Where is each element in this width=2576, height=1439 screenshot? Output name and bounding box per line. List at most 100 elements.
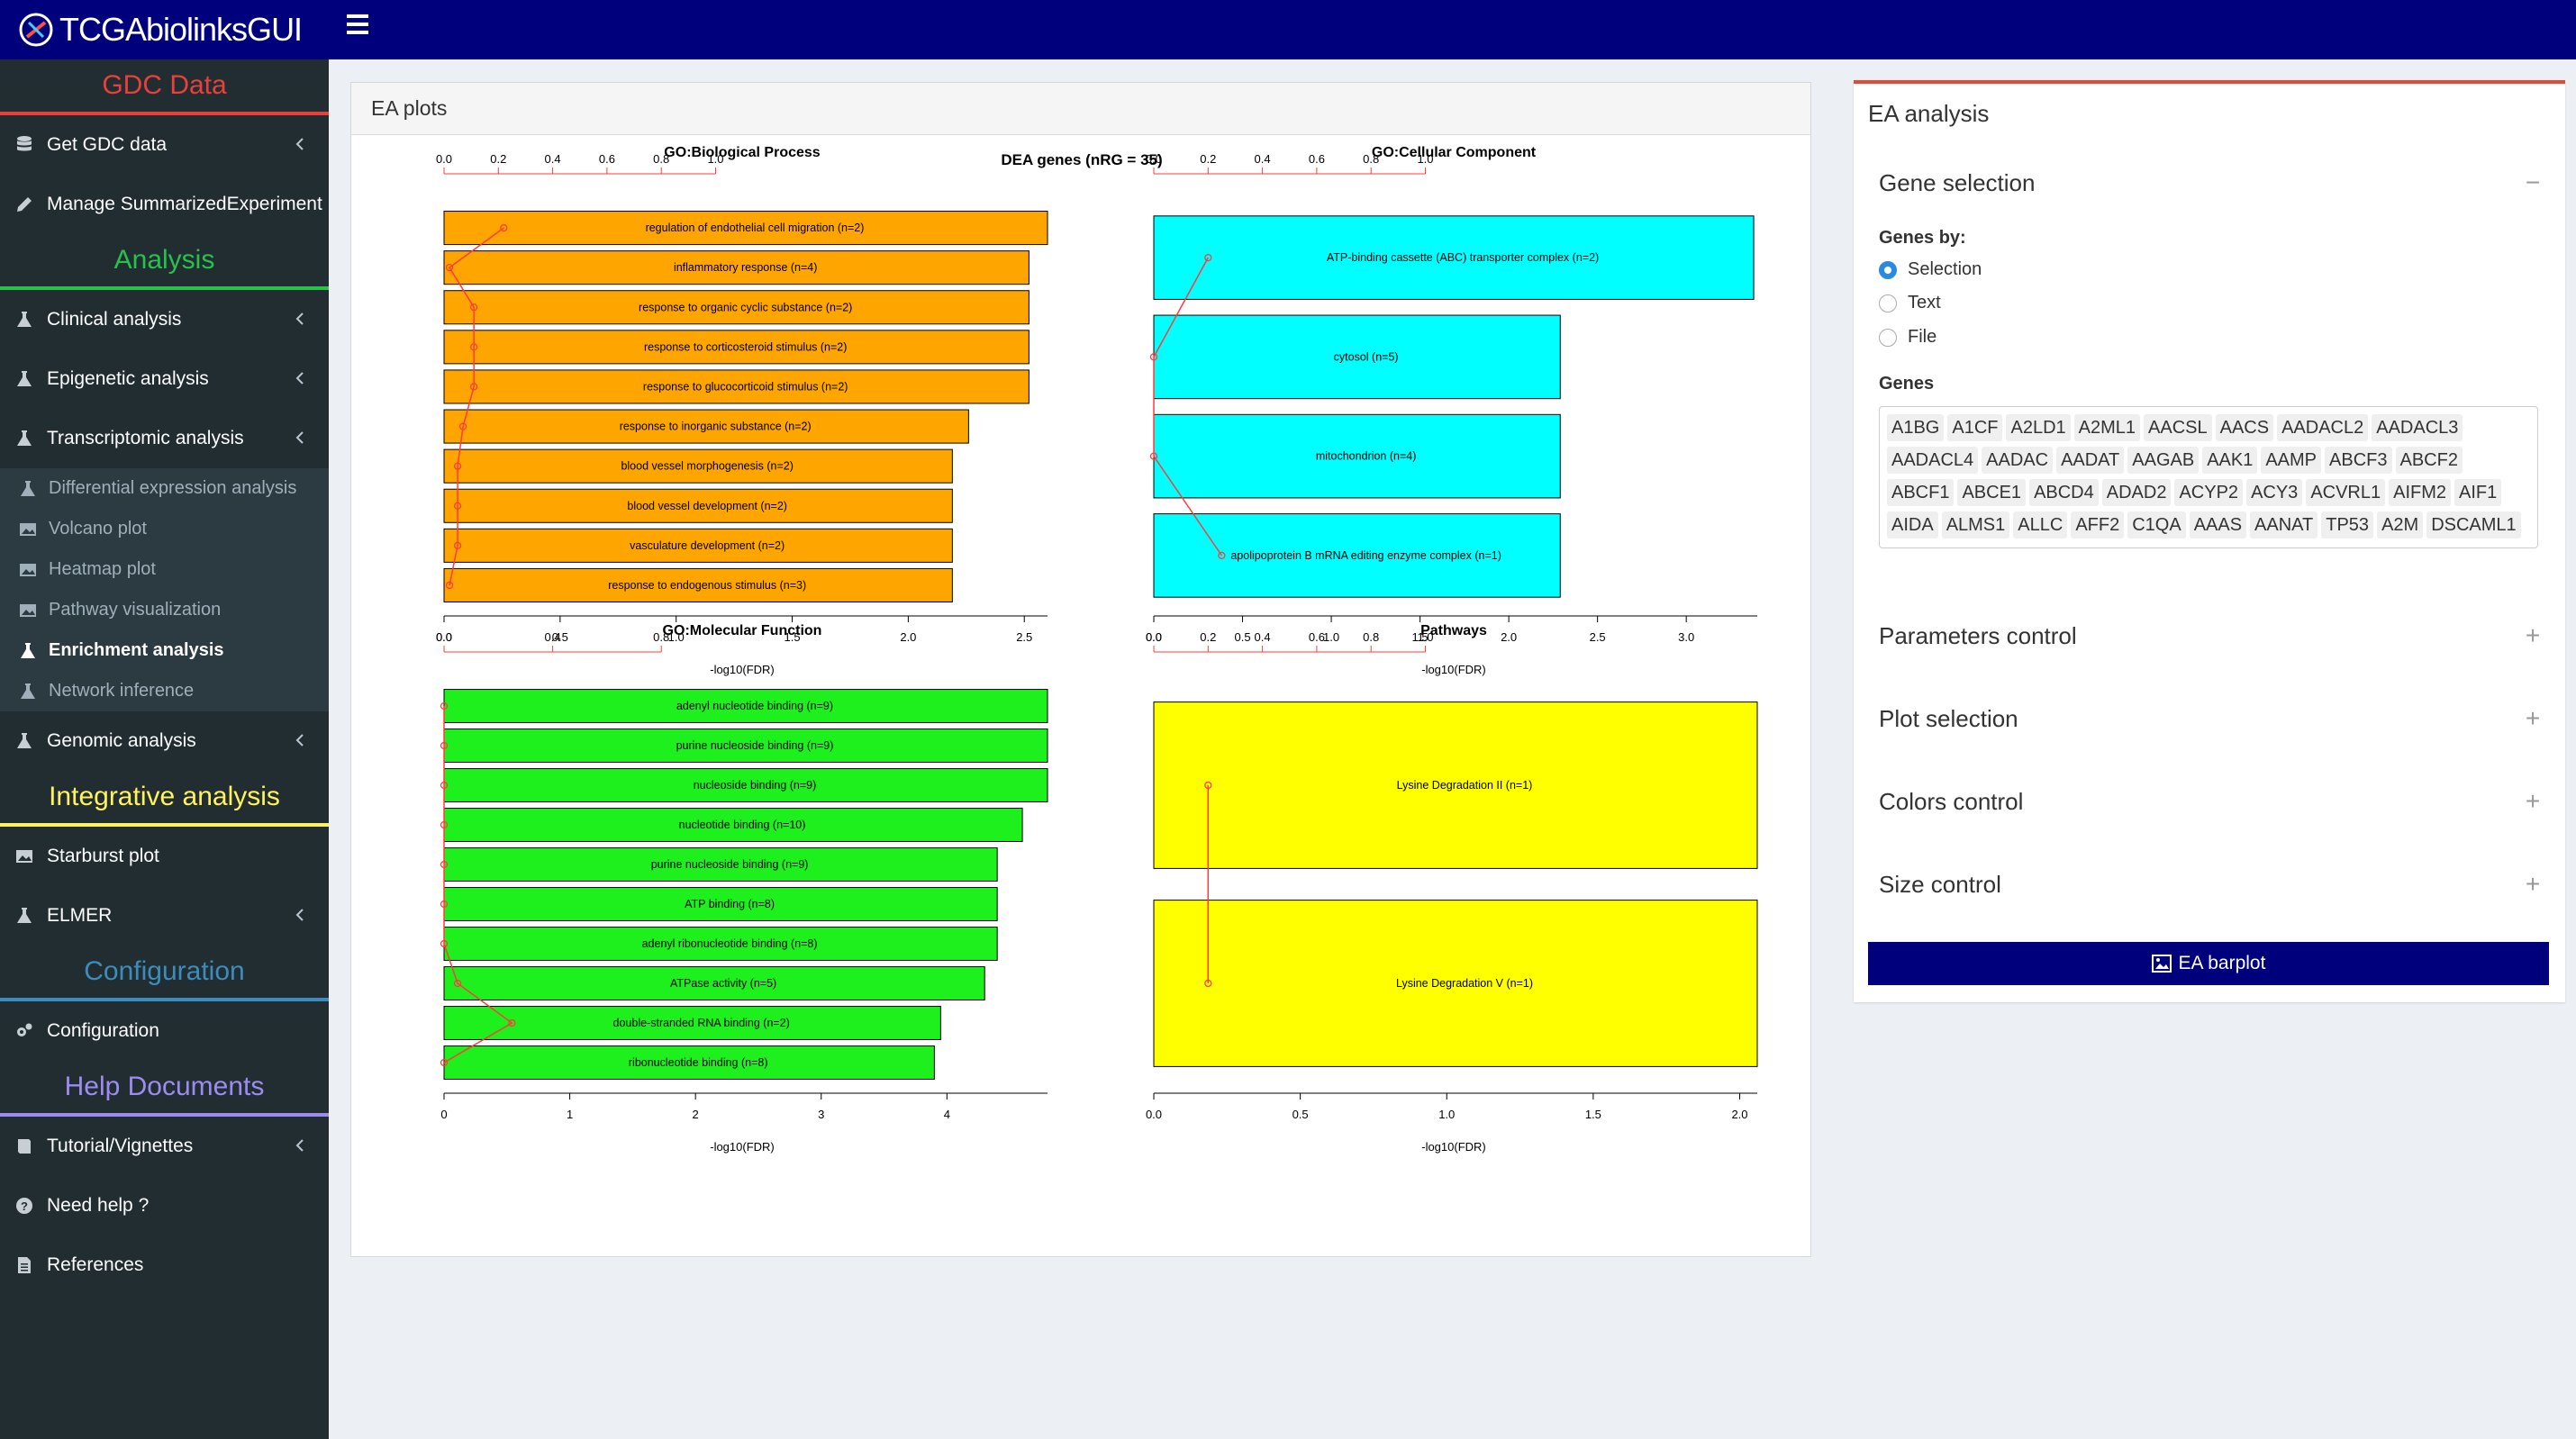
gene-tag[interactable]: AACSL <box>2144 414 2212 441</box>
expand-plus-icon[interactable]: + <box>2524 704 2542 733</box>
gene-tag[interactable]: AADAC <box>1982 447 2054 474</box>
x-axis-tick-label: 2.0 <box>1501 630 1517 644</box>
gene-tag[interactable]: C1QA <box>2127 511 2186 538</box>
gene-tag[interactable]: A2M <box>2377 511 2424 538</box>
bar-label: Lysine Degradation II (n=1) <box>1397 779 1533 792</box>
gene-tag[interactable]: ABCF1 <box>1887 479 1955 506</box>
gene-tag[interactable]: ABCE1 <box>1957 479 2027 506</box>
size-control-header[interactable]: Size control + <box>1879 864 2542 904</box>
gene-tag[interactable]: AFF2 <box>2071 511 2125 538</box>
gene-tag[interactable]: AADACL3 <box>2372 414 2463 441</box>
ea-barplot-button[interactable]: EA barplot <box>1868 942 2549 985</box>
gene-tag[interactable]: AAMP <box>2261 447 2322 474</box>
gene-tag[interactable]: AIF1 <box>2454 479 2502 506</box>
sidebar-item-get-gdc-data[interactable]: Get GDC data <box>0 115 329 175</box>
gene-tag[interactable]: ABCF3 <box>2325 447 2392 474</box>
gene-tag[interactable]: ALMS1 <box>1941 511 2010 538</box>
genes-selectize-input[interactable]: A1BG A1CF A2LD1 A2ML1 AACSL AACS AADACL2 AADACL… <box>1879 406 2538 548</box>
sidebar-item-label: References <box>47 1254 144 1275</box>
radio-file[interactable]: File <box>1879 327 1937 348</box>
sidebar-item-starburst[interactable]: Starburst plot <box>0 827 329 886</box>
top-axis-tick-label: 0.6 <box>1309 152 1325 166</box>
plot-selection-header[interactable]: Plot selection + <box>1879 699 2542 738</box>
chevron-left-icon <box>295 1139 304 1152</box>
sidebar-item-epigenetic[interactable]: Epigenetic analysis <box>0 349 329 409</box>
bar-label: nucleotide binding (n=10) <box>679 819 806 831</box>
ea-plots-title: EA plots <box>351 83 1810 135</box>
sidebar-item-transcriptomic[interactable]: Transcriptomic analysis <box>0 409 329 468</box>
radio-selection[interactable]: Selection <box>1879 259 1982 280</box>
sidebar-item-configuration[interactable]: Configuration <box>0 1001 329 1061</box>
sidebar-subitem-volcano[interactable]: Volcano plot <box>0 509 329 549</box>
radio-label: Text <box>1908 293 1941 312</box>
sidebar-subitem-pathway[interactable]: Pathway visualization <box>0 590 329 630</box>
colors-control-header[interactable]: Colors control + <box>1879 782 2542 821</box>
gene-tag[interactable]: ACYP2 <box>2174 479 2244 506</box>
top-axis-tick-label: 0.4 <box>545 152 561 166</box>
sidebar-item-genomic[interactable]: Genomic analysis <box>0 711 329 771</box>
gene-tag[interactable]: AADACL4 <box>1887 447 1979 474</box>
sidebar-subitem-dea[interactable]: Differential expression analysis <box>0 468 329 509</box>
sidebar-item-references[interactable]: References <box>0 1235 329 1295</box>
top-axis-tick-label: 0.8 <box>1363 630 1379 644</box>
flask-icon <box>17 733 32 748</box>
gene-tag[interactable]: TP53 <box>2321 511 2374 538</box>
section-header-gdc: GDC Data <box>0 59 329 115</box>
gene-tag[interactable]: ADAD2 <box>2101 479 2172 506</box>
sidebar-item-label: Clinical analysis <box>47 309 182 330</box>
sidebar-item-label: Genomic analysis <box>47 730 196 751</box>
gene-tag[interactable]: AADAT <box>2056 447 2125 474</box>
gene-tag[interactable]: AACS <box>2215 414 2274 441</box>
gene-tag[interactable]: AAGAB <box>2127 447 2200 474</box>
expand-plus-icon[interactable]: + <box>2524 870 2542 899</box>
radio-unchecked-icon[interactable] <box>1879 294 1897 312</box>
sidebar-subitem-label: Network inference <box>49 681 195 701</box>
radio-checked-icon[interactable] <box>1879 260 1897 279</box>
gene-tag[interactable]: ABCD4 <box>2029 479 2099 506</box>
radio-label: File <box>1908 327 1937 347</box>
bar-label: response to endogenous stimulus (n=3) <box>608 579 806 592</box>
gene-tag[interactable]: AANAT <box>2250 511 2318 538</box>
sidebar-subitem-enrichment[interactable]: Enrichment analysis <box>0 630 329 671</box>
radio-text[interactable]: Text <box>1879 293 1941 313</box>
top-axis-tick-label: 0.8 <box>1363 152 1379 166</box>
image-icon <box>2151 955 2172 973</box>
x-axis-tick-label: 2.0 <box>900 630 916 644</box>
sidebar-item-label: Configuration <box>47 1020 159 1041</box>
gene-selection-header[interactable]: Gene selection − <box>1879 163 2542 203</box>
sidebar-item-elmer[interactable]: ELMER <box>0 886 329 946</box>
x-axis-tick-label: 2 <box>693 1108 699 1121</box>
gene-tag[interactable]: A2LD1 <box>2006 414 2071 441</box>
expand-plus-icon[interactable]: + <box>2524 621 2542 650</box>
gene-tag[interactable]: A2ML1 <box>2073 414 2141 441</box>
section-header-help: Help Documents <box>0 1061 329 1117</box>
gene-tag[interactable]: A1BG <box>1887 414 1945 441</box>
gene-tag[interactable]: ABCF2 <box>2395 447 2463 474</box>
sidebar-item-clinical[interactable]: Clinical analysis <box>0 290 329 349</box>
gene-tag[interactable]: AAAS <box>2189 511 2247 538</box>
expand-plus-icon[interactable]: + <box>2524 787 2542 816</box>
app-logo[interactable]: TCGAbiolinksGUI <box>0 0 329 59</box>
radio-unchecked-icon[interactable] <box>1879 328 1897 347</box>
gene-tag[interactable]: AIFM2 <box>2389 479 2452 506</box>
sidebar-toggle-icon[interactable] <box>347 14 368 34</box>
sidebar-subitem-heatmap[interactable]: Heatmap plot <box>0 549 329 590</box>
sidebar-item-tutorial[interactable]: Tutorial/Vignettes <box>0 1117 329 1176</box>
sidebar-subitem-label: Pathway visualization <box>49 600 222 620</box>
top-axis-tick-label: 0.4 <box>1255 152 1271 166</box>
gene-tag[interactable]: AADACL2 <box>2277 414 2369 441</box>
gene-tag[interactable]: ALLC <box>2013 511 2068 538</box>
collapse-minus-icon[interactable]: − <box>2524 168 2542 197</box>
sidebar-item-need-help[interactable]: ? Need help ? <box>0 1176 329 1235</box>
sidebar-subitem-network[interactable]: Network inference <box>0 671 329 711</box>
gene-tag[interactable]: ACVRL1 <box>2306 479 2386 506</box>
gene-tag[interactable]: AIDA <box>1887 511 1938 538</box>
pencil-icon <box>17 197 32 212</box>
gene-tag[interactable]: ACY3 <box>2246 479 2303 506</box>
gene-tag[interactable]: DSCAML1 <box>2426 511 2521 538</box>
sidebar-item-manage-se[interactable]: Manage SummarizedExperiment <box>0 175 329 234</box>
parameters-control-header[interactable]: Parameters control + <box>1879 616 2542 656</box>
gene-tag[interactable]: A1CF <box>1947 414 2003 441</box>
gene-tag[interactable]: AAK1 <box>2202 447 2258 474</box>
chevron-left-icon <box>295 734 304 747</box>
